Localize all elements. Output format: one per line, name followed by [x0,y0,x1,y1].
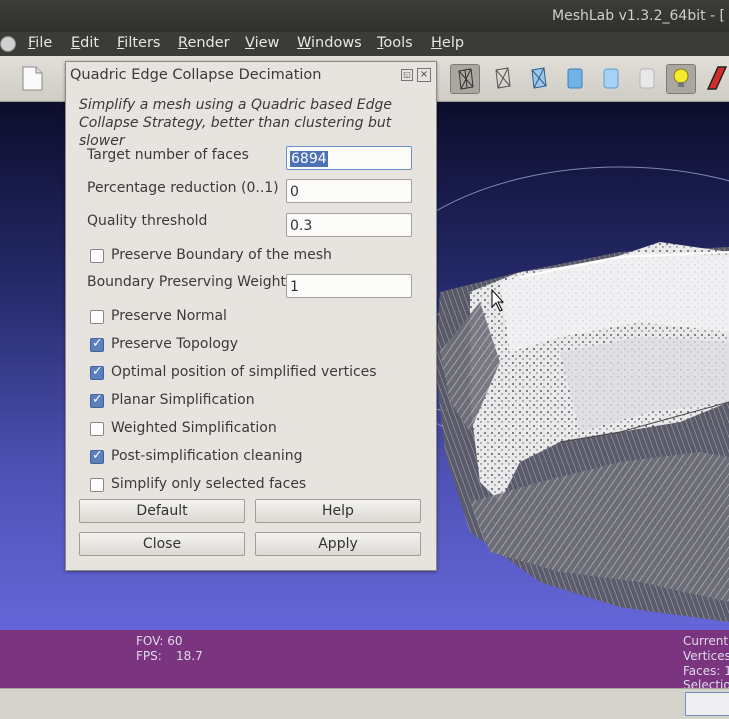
menu-bar: File Edit Filters Render View Windows To… [0,32,729,56]
target-faces-field[interactable]: 6894 [286,146,412,170]
quality-label: Quality threshold [87,213,208,229]
target-faces-value: 6894 [290,151,328,167]
menu-filters[interactable]: Filters [117,35,160,51]
flat-lines-icon[interactable] [524,64,552,92]
float-icon[interactable]: ◱ [401,69,413,81]
fps-label: FPS: [136,649,162,663]
color-icon[interactable] [702,64,729,92]
status-progress-field [685,692,729,716]
optimal-position-label: Optimal position of simplified vertices [111,364,377,380]
menu-file-label: ile [35,35,53,51]
planar-simplification-label: Planar Simplification [111,392,255,408]
menu-view[interactable]: View [245,35,279,51]
decimation-dialog: Quadric Edge Collapse Decimation ◱ × Sim… [65,61,437,571]
menu-edit-label: dit [80,35,100,51]
help-button[interactable]: Help [255,499,421,523]
menu-render[interactable]: Render [178,35,230,51]
status-bar [0,688,729,719]
preserve-normal-box[interactable] [90,310,104,324]
menu-help-label: elp [441,35,465,51]
preserve-topology-label: Preserve Topology [111,336,239,352]
preserve-boundary-label: Preserve Boundary of the mesh [111,247,332,263]
selection-label: Selectio [683,678,729,688]
weighted-simplification-label: Weighted Simplification [111,420,277,436]
vertices-label: Vertices: [683,649,729,663]
faces-label: Faces: 1 [683,664,729,678]
menu-windows-mnemonic: W [297,35,312,51]
menu-filters-label: ilters [124,35,161,51]
post-cleaning-label: Post-simplification cleaning [111,448,303,464]
weighted-simplification-box[interactable] [90,422,104,436]
percentage-label: Percentage reduction (0..1) [87,180,279,196]
selected-only-box[interactable] [90,478,104,492]
app-logo-icon[interactable] [0,36,16,52]
menu-help-mnemonic: H [431,35,442,51]
close-icon[interactable]: × [417,68,431,82]
menu-tools-label: ools [383,35,413,51]
boundary-weight-label: Boundary Preserving Weight [87,274,286,290]
target-faces-label: Target number of faces [87,147,249,163]
percentage-field[interactable]: 0 [286,179,412,203]
light-bulb-icon[interactable] [666,64,696,94]
post-cleaning-box[interactable] [90,448,104,464]
menu-tools[interactable]: Tools [377,35,413,51]
new-document-icon[interactable] [18,64,46,92]
fov-readout: FOV: 60 [136,634,183,648]
boundary-weight-field[interactable]: 1 [286,274,412,298]
selected-only-label: Simplify only selected faces [111,476,307,492]
preserve-topology-box[interactable] [90,336,104,352]
menu-help[interactable]: Help [431,35,464,51]
window-title: MeshLab v1.3.2_64bit - [ [552,8,725,24]
quality-field[interactable]: 0.3 [286,213,412,237]
optimal-position-box[interactable] [90,364,104,380]
smooth-icon[interactable] [596,64,624,92]
menu-windows[interactable]: Windows [297,35,362,51]
hidden-lines-icon[interactable] [488,64,516,92]
menu-edit[interactable]: Edit [71,35,99,51]
dialog-title: Quadric Edge Collapse Decimation [70,67,322,83]
close-button[interactable]: Close [79,532,245,556]
wireframe-icon[interactable] [450,64,480,94]
menu-windows-label: indows [311,35,362,51]
current-mesh-label: Current M [683,634,729,648]
apply-button[interactable]: Apply [255,532,421,556]
preserve-boundary-box[interactable] [90,249,104,263]
fps-value: 18.7 [176,649,203,663]
texture-icon[interactable] [632,64,660,92]
dialog-description: Simplify a mesh using a Quadric based Ed… [79,97,393,149]
flat-icon[interactable] [560,64,588,92]
info-bar: FOV: 60 FPS: 18.7 Current M Vertices: Fa… [0,630,729,688]
default-button[interactable]: Default [79,499,245,523]
menu-file[interactable]: File [28,35,52,51]
preserve-normal-label: Preserve Normal [111,308,227,324]
planar-simplification-box[interactable] [90,392,104,408]
window-titlebar: MeshLab v1.3.2_64bit - [ [0,0,729,32]
menu-edit-mnemonic: E [71,35,81,51]
menu-view-mnemonic: V [245,35,255,51]
menu-render-label: ender [187,35,230,51]
menu-view-label: iew [254,35,280,51]
